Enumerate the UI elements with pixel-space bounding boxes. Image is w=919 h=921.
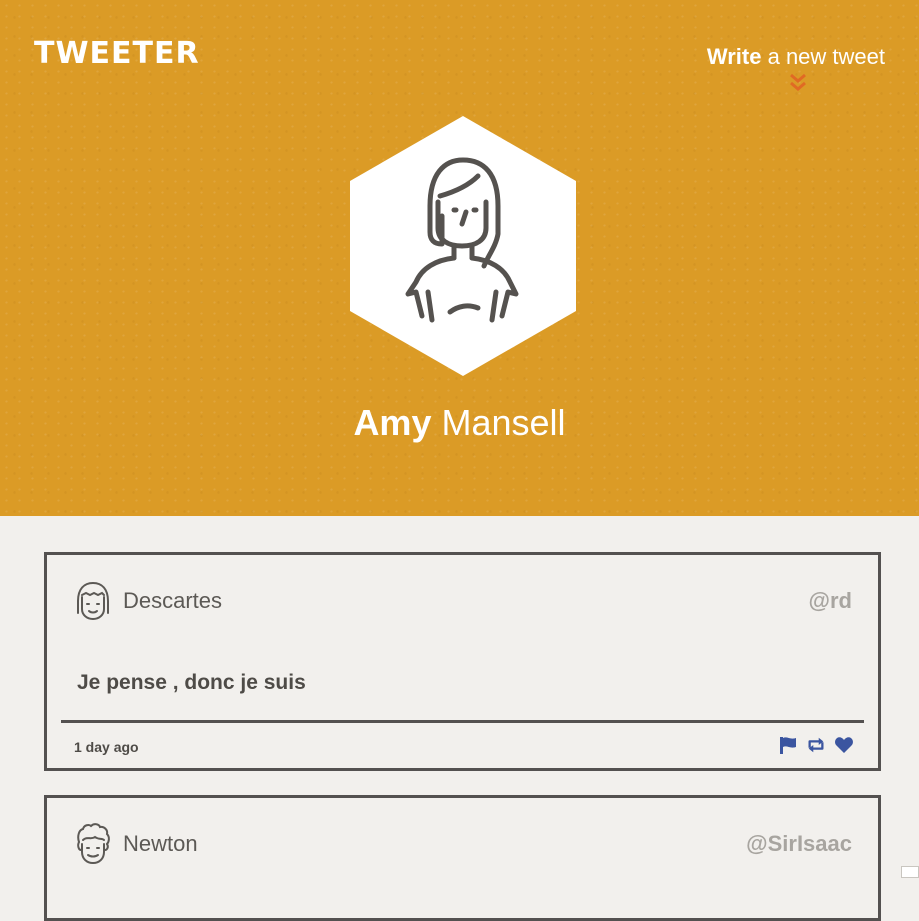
girl-avatar-icon bbox=[77, 581, 109, 621]
tweet-divider bbox=[61, 720, 864, 723]
tweet-card: Newton @SirIsaac bbox=[44, 795, 881, 921]
flag-icon[interactable] bbox=[778, 735, 798, 755]
profile-avatar bbox=[350, 116, 576, 376]
profile-first-name: Amy bbox=[353, 402, 432, 443]
heart-icon[interactable] bbox=[834, 735, 854, 755]
corner-tab[interactable] bbox=[901, 866, 919, 878]
profile-name: Amy Mansell bbox=[0, 402, 919, 444]
tweet-timestamp: 1 day ago bbox=[74, 739, 139, 755]
tweet-author-handle[interactable]: @rd bbox=[809, 588, 852, 614]
retweet-icon[interactable] bbox=[806, 735, 826, 755]
tweet-card: Descartes @rd Je pense , donc je suis 1 … bbox=[44, 552, 881, 771]
write-tweet-toggle[interactable]: Write a new tweet bbox=[707, 44, 885, 70]
tweet-author-name[interactable]: Descartes bbox=[123, 588, 222, 614]
app-logo[interactable]: TWEETER bbox=[34, 36, 200, 71]
compose-label-rest: a new tweet bbox=[767, 44, 885, 69]
compose-label-strong: Write bbox=[706, 44, 762, 69]
tweet-author-name[interactable]: Newton bbox=[123, 831, 198, 857]
profile-last-name: Mansell bbox=[441, 402, 566, 443]
profile-header: TWEETER Write a new tweet Amy Mansell bbox=[0, 0, 919, 516]
double-chevron-down-icon[interactable] bbox=[788, 72, 808, 94]
tweet-actions bbox=[778, 735, 854, 755]
tweet-author-handle[interactable]: @SirIsaac bbox=[746, 831, 852, 857]
curly-hair-avatar-icon bbox=[77, 823, 110, 865]
tweet-content: Je pense , donc je suis bbox=[77, 671, 306, 694]
